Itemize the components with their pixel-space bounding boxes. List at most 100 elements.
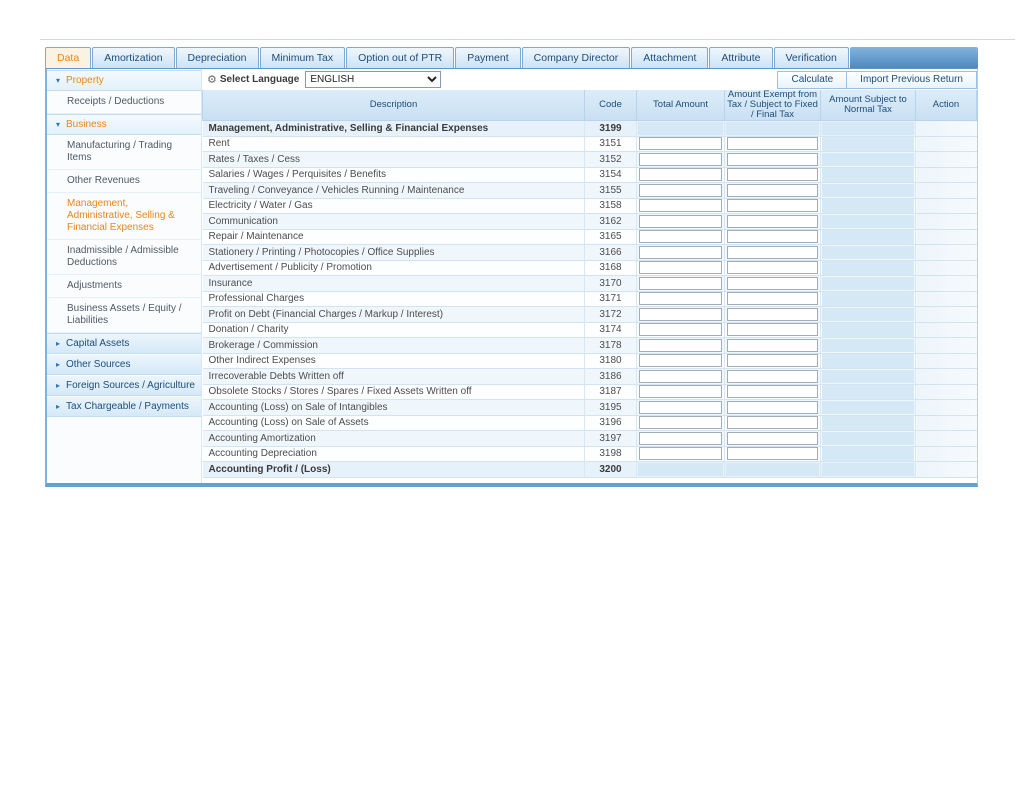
- tab-payment[interactable]: Payment: [455, 47, 520, 68]
- amount-exempt-input-3174[interactable]: [727, 323, 818, 336]
- amount-exempt-input-3196[interactable]: [727, 416, 818, 429]
- amount-exempt-input-3155[interactable]: [727, 184, 818, 197]
- amount-exempt-input-3152[interactable]: [727, 153, 818, 166]
- amount-exempt-input-3186[interactable]: [727, 370, 818, 383]
- total-amount-input-3178[interactable]: [639, 339, 722, 352]
- total-amount-cell: [637, 167, 725, 183]
- amount-exempt-cell: [725, 260, 821, 276]
- table-row: Salaries / Wages / Perquisites / Benefit…: [203, 167, 977, 183]
- total-amount-input-3198[interactable]: [639, 447, 722, 460]
- language-select[interactable]: ENGLISH: [305, 71, 441, 88]
- amount-exempt-input-3170[interactable]: [727, 277, 818, 290]
- sidebar-item-inadmissible-admissible-deductions[interactable]: Inadmissible / Admissible Deductions: [47, 240, 201, 275]
- total-amount-input-3168[interactable]: [639, 261, 722, 274]
- code-cell: 3195: [585, 400, 637, 416]
- sidebar-item-business-assets-equity-liabilities[interactable]: Business Assets / Equity / Liabilities: [47, 298, 201, 333]
- description-cell: Insurance: [203, 276, 585, 292]
- amount-exempt-cell: [725, 446, 821, 462]
- table-row: Donation / Charity3174: [203, 322, 977, 338]
- table-row: Traveling / Conveyance / Vehicles Runnin…: [203, 183, 977, 199]
- tab-verification[interactable]: Verification: [774, 47, 849, 68]
- amount-exempt-input-3198[interactable]: [727, 447, 818, 460]
- amount-exempt-input-3187[interactable]: [727, 385, 818, 398]
- chevron-right-icon: ▸: [56, 340, 60, 348]
- amount-exempt-input-3158[interactable]: [727, 199, 818, 212]
- total-amount-input-3197[interactable]: [639, 432, 722, 445]
- amount-exempt-input-3165[interactable]: [727, 230, 818, 243]
- amount-exempt-input-3171[interactable]: [727, 292, 818, 305]
- amount-exempt-input-3162[interactable]: [727, 215, 818, 228]
- total-amount-input-3162[interactable]: [639, 215, 722, 228]
- total-amount-input-3170[interactable]: [639, 277, 722, 290]
- tab-attachment[interactable]: Attachment: [631, 47, 708, 68]
- import-previous-return-button[interactable]: Import Previous Return: [847, 71, 977, 89]
- total-amount-input-3151[interactable]: [639, 137, 722, 150]
- amount-exempt-cell: [725, 322, 821, 338]
- sidebar-item-adjustments[interactable]: Adjustments: [47, 275, 201, 298]
- amount-exempt-cell: [725, 152, 821, 168]
- table-row: Stationery / Printing / Photocopies / Of…: [203, 245, 977, 261]
- total-amount-input-3158[interactable]: [639, 199, 722, 212]
- total-amount-input-3196[interactable]: [639, 416, 722, 429]
- action-cell: [916, 400, 977, 416]
- amount-exempt-cell: [725, 276, 821, 292]
- sidebar-item-foreign-sources-agriculture[interactable]: ▸Foreign Sources / Agriculture: [47, 375, 201, 396]
- amount-exempt-input-3151[interactable]: [727, 137, 818, 150]
- amount-exempt-input-3195[interactable]: [727, 401, 818, 414]
- sidebar-item-other-sources[interactable]: ▸Other Sources: [47, 354, 201, 375]
- total-amount-cell: [637, 369, 725, 385]
- amount-normal-tax-cell: [821, 400, 916, 416]
- sidebar-item-management-administrative-selling-financial-expenses[interactable]: Management, Administrative, Selling & Fi…: [47, 193, 201, 240]
- sidebar-item-receipts-deductions[interactable]: Receipts / Deductions: [47, 91, 201, 114]
- action-cell: [916, 260, 977, 276]
- table-row: Obsolete Stocks / Stores / Spares / Fixe…: [203, 384, 977, 400]
- description-cell: Communication: [203, 214, 585, 230]
- amount-exempt-input-3178[interactable]: [727, 339, 818, 352]
- sidebar-item-property[interactable]: ▾Property: [47, 70, 201, 91]
- code-cell: 3186: [585, 369, 637, 385]
- tab-amortization[interactable]: Amortization: [92, 47, 174, 68]
- total-amount-input-3195[interactable]: [639, 401, 722, 414]
- total-amount-input-3154[interactable]: [639, 168, 722, 181]
- tab-depreciation[interactable]: Depreciation: [176, 47, 259, 68]
- total-amount-input-3166[interactable]: [639, 246, 722, 259]
- amount-exempt-input-3180[interactable]: [727, 354, 818, 367]
- sidebar-item-business[interactable]: ▾Business: [47, 114, 201, 135]
- amount-exempt-input-3154[interactable]: [727, 168, 818, 181]
- sidebar-item-capital-assets[interactable]: ▸Capital Assets: [47, 333, 201, 354]
- total-amount-input-3165[interactable]: [639, 230, 722, 243]
- amount-exempt-input-3197[interactable]: [727, 432, 818, 445]
- total-amount-input-3187[interactable]: [639, 385, 722, 398]
- amount-exempt-input-3168[interactable]: [727, 261, 818, 274]
- total-amount-input-3155[interactable]: [639, 184, 722, 197]
- sidebar-item-other-revenues[interactable]: Other Revenues: [47, 170, 201, 193]
- total-amount-input-3171[interactable]: [639, 292, 722, 305]
- amount-exempt-cell: [725, 431, 821, 447]
- sidebar-item-manufacturing-trading-items[interactable]: Manufacturing / Trading Items: [47, 135, 201, 170]
- description-cell: Repair / Maintenance: [203, 229, 585, 245]
- description-cell: Advertisement / Publicity / Promotion: [203, 260, 585, 276]
- tab-option-out-of-ptr[interactable]: Option out of PTR: [346, 47, 454, 68]
- table-row: Accounting (Loss) on Sale of Intangibles…: [203, 400, 977, 416]
- sidebar-item-tax-chargeable-payments[interactable]: ▸Tax Chargeable / Payments: [47, 396, 201, 417]
- chevron-down-icon: ▾: [56, 121, 60, 129]
- toolbar: ⚙ Select Language ENGLISH Calculate Impo…: [202, 69, 977, 90]
- total-amount-input-3186[interactable]: [639, 370, 722, 383]
- tab-data[interactable]: Data: [45, 47, 91, 68]
- amount-exempt-cell: [725, 353, 821, 369]
- calculate-button[interactable]: Calculate: [777, 71, 847, 89]
- tab-company-director[interactable]: Company Director: [522, 47, 631, 68]
- tab-minimum-tax[interactable]: Minimum Tax: [260, 47, 346, 68]
- description-cell: Management, Administrative, Selling & Fi…: [203, 121, 585, 137]
- amount-exempt-input-3166[interactable]: [727, 246, 818, 259]
- total-amount-input-3174[interactable]: [639, 323, 722, 336]
- tab-attribute[interactable]: Attribute: [709, 47, 772, 68]
- action-cell: [916, 415, 977, 431]
- total-amount-input-3172[interactable]: [639, 308, 722, 321]
- tab-bar: DataAmortizationDepreciationMinimum TaxO…: [45, 47, 978, 68]
- action-cell: [916, 183, 977, 199]
- total-amount-input-3180[interactable]: [639, 354, 722, 367]
- total-amount-input-3152[interactable]: [639, 153, 722, 166]
- code-cell: 3178: [585, 338, 637, 354]
- amount-exempt-input-3172[interactable]: [727, 308, 818, 321]
